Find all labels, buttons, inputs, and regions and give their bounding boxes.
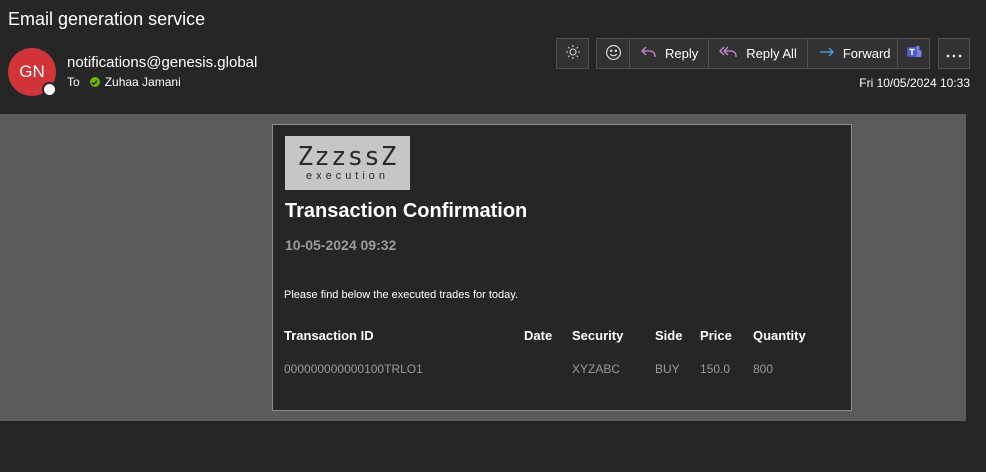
- cell-price: 150.0: [700, 362, 731, 376]
- confirmation-card: ZzzssZ execution Transaction Confirmatio…: [272, 124, 852, 411]
- ellipsis-icon: [946, 46, 962, 61]
- teams-button[interactable]: [897, 38, 930, 69]
- action-toolbar: Reply Reply All Forward: [596, 38, 903, 69]
- recipient-name: Zuhaa Jamani: [104, 75, 181, 89]
- cell-security: XYZABC: [572, 362, 621, 376]
- company-logo: ZzzssZ execution: [285, 136, 410, 190]
- reply-label: Reply: [665, 46, 699, 61]
- received-date: Fri 10/05/2024 10:33: [859, 76, 970, 90]
- avatar-initials: GN: [19, 62, 45, 81]
- reply-button[interactable]: Reply: [630, 39, 710, 68]
- cell-quantity: 800: [753, 362, 774, 376]
- presence-indicator: [42, 82, 57, 97]
- to-label: To: [67, 75, 80, 89]
- logo-sub-text: execution: [305, 170, 390, 182]
- table-header-transaction-id: Transaction ID: [284, 328, 374, 343]
- table-header-price: Price: [700, 328, 732, 343]
- table-header-quantity: Quantity: [753, 328, 806, 343]
- cell-side: BUY: [655, 362, 680, 376]
- sun-icon: [565, 44, 581, 63]
- smiley-icon: [605, 44, 622, 64]
- sender-address[interactable]: notifications@genesis.global: [67, 54, 257, 71]
- more-options-button[interactable]: [938, 38, 970, 69]
- cell-transaction-id: 000000000000100TRLO1: [284, 362, 423, 376]
- message-intro: Please find below the executed trades fo…: [284, 289, 518, 301]
- message-title: Transaction Confirmation: [285, 200, 528, 222]
- recipient-chip[interactable]: Zuhaa Jamani: [89, 75, 181, 89]
- table-header-security: Security: [572, 328, 624, 343]
- teams-icon: [905, 43, 923, 64]
- recipient-line: To Zuhaa Jamani: [67, 75, 181, 89]
- email-subject: Email generation service: [8, 9, 206, 29]
- emoji-button[interactable]: [597, 39, 630, 68]
- available-check-icon: [89, 77, 100, 87]
- message-timestamp: 10-05-2024 09:32: [285, 237, 397, 253]
- reply-icon: [640, 44, 658, 63]
- logo-main-text: ZzzssZ: [297, 142, 398, 172]
- reply-all-label: Reply All: [746, 46, 797, 61]
- brightness-button[interactable]: [556, 38, 589, 69]
- table-header-side: Side: [655, 328, 683, 343]
- table-header-date: Date: [524, 328, 553, 343]
- reply-all-button[interactable]: Reply All: [709, 39, 808, 68]
- forward-label: Forward: [842, 46, 891, 61]
- forward-arrow-icon: [818, 44, 836, 63]
- forward-button[interactable]: Forward: [808, 39, 902, 68]
- reply-all-icon: [719, 44, 739, 63]
